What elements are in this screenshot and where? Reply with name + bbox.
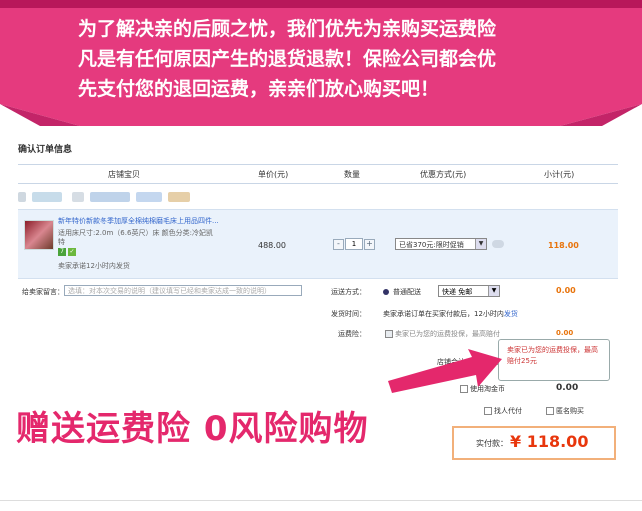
unit-price: 488.00 bbox=[258, 241, 286, 250]
shipping-method-value: 快递 免邮 bbox=[442, 288, 473, 296]
message-label: 给卖家留言： bbox=[22, 288, 64, 296]
total-pay-box: 实付款： ¥ 118.00 bbox=[452, 426, 616, 460]
anonymous-checkbox[interactable] bbox=[546, 407, 554, 415]
product-spec-cont: 特 bbox=[58, 238, 65, 246]
banner-line-1: 为了解决亲的后顾之忧，我们优先为亲购买运费险 bbox=[78, 18, 497, 40]
ship-time-link[interactable]: 发货 bbox=[504, 310, 518, 318]
chevron-down-icon: ▼ bbox=[475, 239, 486, 249]
pay-amount: ¥ 118.00 bbox=[510, 432, 589, 451]
banner-line-3: 先支付您的退回运费，亲亲们放心购买吧！ bbox=[78, 78, 440, 100]
table-header: 店铺宝贝 单价(元) 数量 优惠方式(元) 小计(元) bbox=[18, 164, 618, 184]
discount-select-value: 已省370元:限时促销 bbox=[399, 241, 464, 249]
table-row: 新年特价新款冬季加厚全棉纯棉磨毛床上用品四件... 适用床尺寸:2.0m（6.6… bbox=[18, 209, 618, 279]
agent-pay-checkbox[interactable] bbox=[484, 407, 492, 415]
header-unit-price: 单价(元) bbox=[258, 170, 289, 179]
item-subtotal: 118.00 bbox=[548, 241, 579, 250]
discount-select[interactable]: 已省370元:限时促销 ▼ bbox=[395, 238, 487, 250]
ship-promise-note: 卖家承诺12小时内发货 bbox=[58, 262, 130, 270]
pointer-arrow-icon bbox=[388, 349, 502, 393]
ship-time-text: 卖家承诺订单在买家付款后，12小时内发货 bbox=[383, 309, 518, 319]
header-shop-item: 店铺宝贝 bbox=[108, 170, 140, 179]
section-title: 确认订单信息 bbox=[18, 145, 73, 155]
shipping-label: 运送方式： bbox=[331, 288, 366, 296]
header-subtotal: 小计(元) bbox=[544, 170, 575, 179]
qty-increase-button[interactable]: + bbox=[364, 239, 375, 250]
return-badge-icon: 7 bbox=[58, 248, 66, 256]
insurance-text: 卖家已为您的运费投保，最高赔付 bbox=[395, 330, 500, 338]
guarantee-badge-icon: ✓ bbox=[68, 248, 76, 256]
agent-pay-label: 找人代付 bbox=[494, 407, 522, 415]
promo-banner: 为了解决亲的后顾之忧，我们优先为亲购买运费险 凡是有任何原因产生的退货退款！保险… bbox=[0, 0, 642, 130]
product-spec: 适用床尺寸:2.0m（6.6英尺）床 颜色分类:冷妃凯 bbox=[58, 229, 214, 237]
ship-time-label: 发货时间： bbox=[331, 310, 366, 318]
pay-label: 实付款： bbox=[476, 439, 508, 448]
chevron-down-icon: ▼ bbox=[488, 286, 499, 296]
header-discount: 优惠方式(元) bbox=[420, 170, 467, 179]
quantity-input[interactable]: 1 bbox=[345, 238, 363, 250]
shipping-normal-radio[interactable] bbox=[383, 289, 389, 295]
discount-toggle[interactable] bbox=[492, 240, 504, 248]
ship-time-desc: 卖家承诺订单在买家付款后，12小时内 bbox=[383, 310, 504, 318]
shipping-method-select[interactable]: 快递 免邮 ▼ bbox=[438, 285, 500, 297]
header-quantity: 数量 bbox=[344, 170, 360, 179]
insurance-checkbox bbox=[385, 330, 393, 338]
seller-message-input[interactable]: 选填：对本次交易的说明（建议填写已经和卖家达成一致的说明） bbox=[64, 285, 302, 296]
insurance-tooltip: 卖家已为您的运费投保，最高赔付25元 bbox=[498, 339, 610, 381]
insurance-fee: 0.00 bbox=[556, 329, 574, 337]
bottom-divider bbox=[0, 500, 642, 501]
product-thumbnail[interactable] bbox=[24, 220, 54, 250]
anonymous-label: 匿名购买 bbox=[556, 407, 584, 415]
insurance-label: 运费险： bbox=[338, 330, 366, 338]
qty-decrease-button[interactable]: - bbox=[333, 239, 344, 250]
banner-line-2: 凡是有任何原因产生的退货退款！保险公司都会优 bbox=[78, 48, 497, 70]
product-title-link[interactable]: 新年特价新款冬季加厚全棉纯棉磨毛床上用品四件... bbox=[58, 216, 219, 226]
shipping-normal-label: 普通配送 bbox=[393, 288, 421, 296]
coin-value: 0.00 bbox=[556, 383, 579, 393]
promo-headline: 赠送运费险 0风险购物 bbox=[16, 409, 369, 449]
shipping-fee: 0.00 bbox=[556, 286, 576, 295]
